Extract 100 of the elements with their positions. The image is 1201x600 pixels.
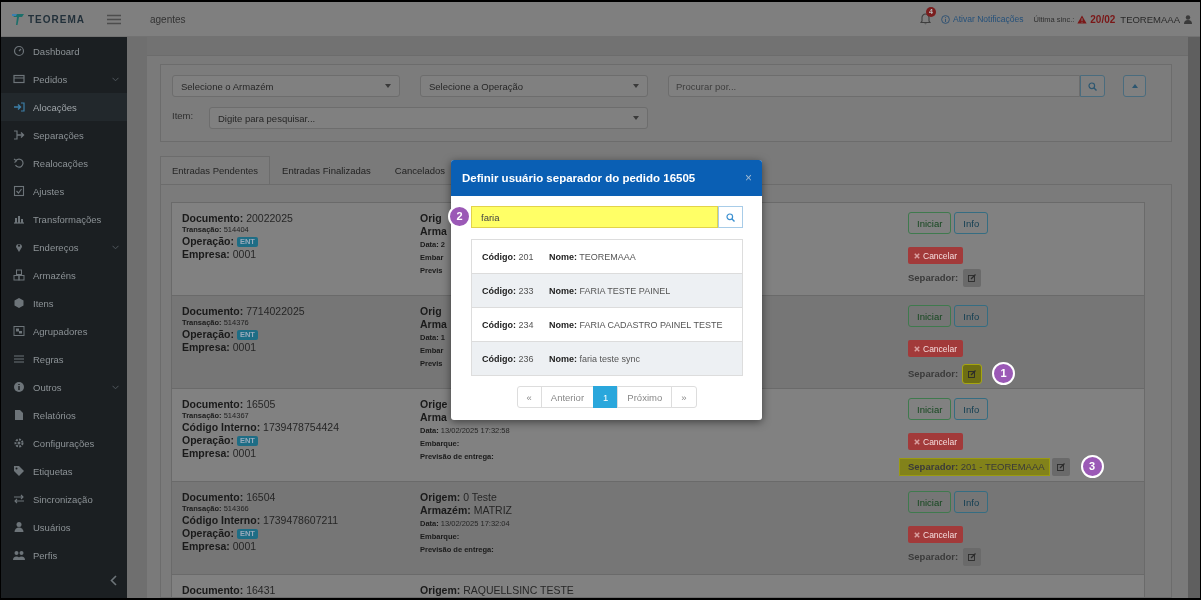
cancel-button[interactable]: Cancelar — [908, 247, 964, 264]
settings-icon — [13, 437, 25, 449]
tab[interactable]: Entradas Pendentes — [160, 156, 271, 184]
sidebar-item[interactable]: Configurações — [1, 429, 127, 457]
search-button[interactable] — [718, 206, 743, 228]
entry-label: Operação: — [182, 434, 234, 447]
entry-field: Empresa: 0001 — [182, 540, 257, 553]
entry-label: Operação: — [182, 527, 234, 540]
sidebar-item[interactable]: Relatórios — [1, 401, 127, 429]
info-button[interactable]: Info — [954, 212, 989, 234]
entry-field: Arma — [420, 225, 447, 238]
warning-icon — [1077, 14, 1088, 24]
entry-field: Origem: RAQUELLSINC TESTE — [420, 584, 574, 597]
undo-icon — [13, 157, 25, 169]
edit-button[interactable] — [1051, 457, 1070, 476]
tag-icon — [13, 465, 25, 477]
close-icon — [914, 531, 920, 538]
search-icon — [726, 212, 735, 222]
sidebar-item[interactable]: Pedidos — [1, 65, 127, 93]
entry-field: Orig — [420, 212, 442, 225]
sign-in-icon — [13, 101, 25, 113]
close-button[interactable]: × — [745, 171, 752, 185]
search-button[interactable] — [1080, 75, 1105, 97]
edit-icon — [968, 369, 977, 378]
edit-icon — [968, 553, 977, 561]
sidebar-item[interactable]: Separações — [1, 121, 127, 149]
user-list-item[interactable]: Código: 233 Nome: FARIA TESTE PAINEL — [472, 273, 742, 307]
edit-button[interactable] — [963, 364, 982, 383]
chevron-down-icon — [112, 244, 119, 250]
separator-field: Separador: — [908, 270, 961, 286]
step-number-badge: 3 — [1080, 455, 1104, 478]
entry-field: Código Interno: 1739478607211 — [182, 514, 339, 527]
cancel-button[interactable]: Cancelar — [908, 433, 964, 450]
tab[interactable]: Entradas Finalizadas — [270, 156, 383, 184]
user-icon — [13, 521, 25, 533]
sidebar-item[interactable]: Regras — [1, 345, 127, 373]
sidebar-item[interactable]: Ajustes — [1, 177, 127, 205]
close-icon — [914, 345, 920, 352]
sidebar-item[interactable]: Agrupadores — [1, 317, 127, 345]
sidebar-item[interactable]: Etiquetas — [1, 457, 127, 485]
close-icon — [914, 252, 920, 259]
chevron-left-icon[interactable] — [110, 575, 117, 586]
caret-down-icon — [385, 84, 391, 88]
item-select[interactable]: Digite para pesquisar... — [209, 107, 648, 129]
search-field[interactable]: faria — [471, 206, 718, 228]
entry-field: Documento: 20022025 — [182, 212, 293, 225]
pagination-button[interactable]: » — [671, 386, 697, 408]
chevron-down-icon — [112, 384, 119, 390]
pagination-button[interactable]: « — [516, 386, 542, 408]
user-list-item[interactable]: Código: 236 Nome: faria teste sync — [472, 341, 742, 375]
bar-chart-icon — [13, 213, 25, 225]
cubes-icon — [13, 269, 25, 281]
sidebar-item[interactable]: Perfis — [1, 541, 127, 569]
entry-field: Arma — [420, 411, 447, 424]
entry-field: Armazém: MATRIZ — [420, 504, 512, 517]
sidebar-item[interactable]: Transformações — [1, 205, 127, 233]
search-field[interactable]: Procurar por... — [668, 75, 1080, 97]
info-button[interactable]: Info — [954, 398, 989, 420]
sidebar-item[interactable]: Alocações — [1, 93, 127, 121]
pagination-button[interactable]: Anterior — [540, 386, 595, 408]
entry-field: Documento: 16504 — [182, 491, 276, 504]
start-button[interactable]: Iniciar — [908, 212, 952, 234]
item-label: Item: — [172, 109, 195, 121]
close-icon — [914, 438, 920, 445]
edit-button[interactable] — [963, 269, 982, 287]
separator-field: Separador: 201 - TEOREMAAA — [900, 458, 1049, 475]
edit-icon — [968, 274, 977, 282]
sidebar-item[interactable]: Usuários — [1, 513, 127, 541]
cancel-button[interactable]: Cancelar — [908, 526, 964, 543]
operation-select[interactable]: Selecione a Operação — [420, 75, 648, 97]
sign-out-icon — [13, 129, 25, 141]
notification-bell-icon — [920, 13, 932, 25]
sidebar-item[interactable]: Outros — [1, 373, 127, 401]
list-icon — [13, 353, 25, 365]
sidebar-item[interactable]: Endereços — [1, 233, 127, 261]
pagination-button[interactable]: Próximo — [617, 386, 673, 408]
menu-icon — [107, 13, 121, 25]
warehouse-select[interactable]: Selecione o Armazém — [172, 75, 400, 97]
caret-up-icon — [1131, 84, 1138, 88]
entry-field: Documento: 16505 — [182, 398, 276, 411]
search-icon — [1088, 81, 1097, 91]
user-icon — [1184, 14, 1192, 24]
card-icon — [13, 73, 25, 85]
entry-label: Operação: — [182, 235, 234, 248]
sidebar-item[interactable]: Itens — [1, 289, 127, 317]
entry-field: Orige — [420, 398, 448, 411]
entry-field: Empresa: 0001 — [182, 447, 257, 460]
sidebar-item[interactable]: Sincronização — [1, 485, 127, 513]
sidebar-item[interactable]: Armazéns — [1, 261, 127, 289]
map-pin-icon — [13, 241, 25, 253]
cancel-button[interactable]: Cancelar — [908, 340, 964, 357]
sidebar-item[interactable]: Dashboard — [1, 37, 127, 65]
start-button[interactable]: Iniciar — [908, 398, 952, 420]
entry-field: Arma — [420, 318, 447, 331]
modal-title: Definir usuário separador do pedido 16505 — [462, 172, 696, 184]
caret-down-icon — [633, 116, 639, 120]
swap-arrows-icon — [13, 493, 25, 505]
edit-button[interactable] — [963, 548, 982, 566]
info-icon — [941, 14, 951, 24]
sidebar-item[interactable]: Realocações — [1, 149, 127, 177]
